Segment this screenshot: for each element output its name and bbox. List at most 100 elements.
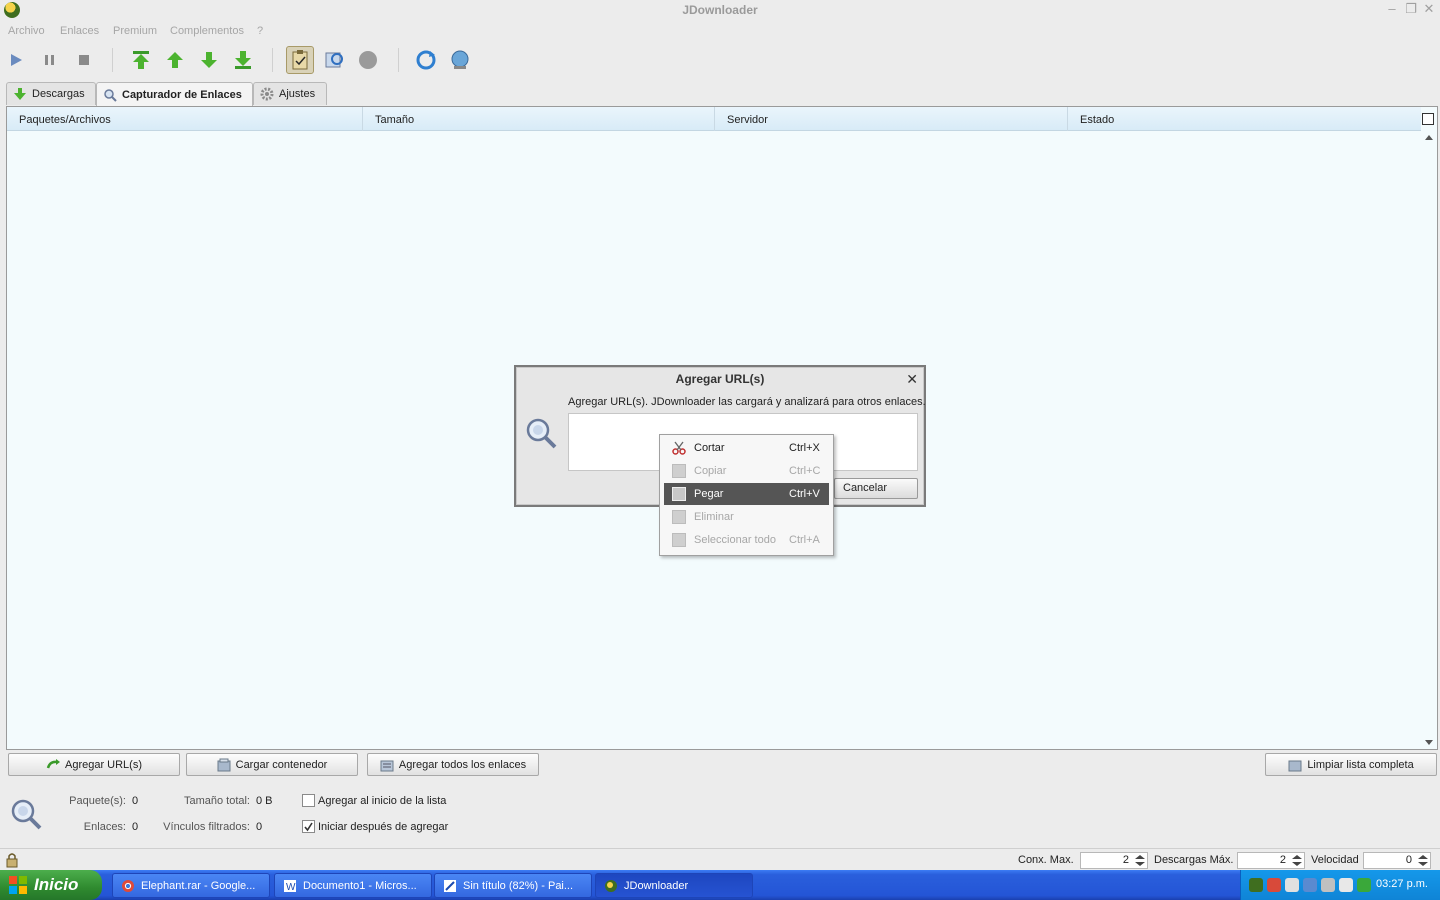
delete-icon xyxy=(672,510,686,524)
menu-premium[interactable]: Premium xyxy=(113,25,157,37)
menu-help[interactable]: ? xyxy=(257,25,263,37)
premium-button[interactable] xyxy=(354,46,382,74)
magnifier-icon xyxy=(104,88,117,102)
tab-ajustes[interactable]: Ajustes xyxy=(253,82,327,105)
add-urls-button[interactable]: Agregar URL(s) xyxy=(8,753,180,776)
spinner-arrows-icon xyxy=(1292,855,1302,866)
cancel-button[interactable]: Cancelar xyxy=(834,478,918,499)
move-top-button[interactable] xyxy=(127,46,155,74)
play-icon xyxy=(11,54,22,66)
start-button[interactable]: Inicio xyxy=(0,870,102,900)
clipboard-monitor-button[interactable] xyxy=(286,46,314,74)
close-button[interactable]: ✕ xyxy=(1421,2,1437,18)
container-icon xyxy=(217,758,231,771)
scissors-icon xyxy=(672,441,686,455)
connection-tray-icon[interactable] xyxy=(1339,878,1353,892)
column-header-tamano[interactable]: Tamaño xyxy=(363,107,715,131)
clear-list-icon xyxy=(1288,760,1302,771)
magnifier-icon xyxy=(524,417,558,454)
refresh-icon xyxy=(416,50,436,70)
add-link-icon xyxy=(46,758,60,768)
tab-capturador-de-enlaces[interactable]: Capturador de Enlaces xyxy=(96,82,253,106)
column-header-estado[interactable]: Estado xyxy=(1068,107,1421,131)
taskbar-clock[interactable]: 03:27 p.m. xyxy=(1376,878,1428,890)
play-button[interactable] xyxy=(2,46,30,74)
stop-icon xyxy=(79,55,89,65)
move-bottom-button[interactable] xyxy=(229,46,257,74)
menu-enlaces[interactable]: Enlaces xyxy=(60,25,99,37)
clear-list-button[interactable]: Limpiar lista completa xyxy=(1265,753,1437,776)
max-downloads-spinner[interactable]: 2 xyxy=(1237,852,1305,869)
filtered-links-value: 0 xyxy=(256,821,263,833)
context-menu: Cortar Ctrl+X Copiar Ctrl+C Pegar Ctrl+V… xyxy=(659,434,834,556)
scroll-down-icon[interactable] xyxy=(1425,740,1433,745)
updates-tray-icon[interactable] xyxy=(1321,878,1335,892)
word-icon: W xyxy=(284,879,296,893)
premium-icon xyxy=(359,51,377,69)
move-down-button[interactable] xyxy=(195,46,223,74)
add-to-start-checkbox[interactable] xyxy=(302,794,315,807)
windows-logo-icon xyxy=(9,876,27,894)
load-container-button[interactable]: Cargar contenedor xyxy=(186,753,358,776)
column-chooser-button[interactable] xyxy=(1422,113,1434,125)
status-bar: Conx. Max. 2 Descargas Máx. 2 Velocidad … xyxy=(0,848,1440,870)
context-item-pegar[interactable]: Pegar Ctrl+V xyxy=(664,483,829,505)
stop-button[interactable] xyxy=(70,46,98,74)
menu-archivo[interactable]: Archivo xyxy=(8,25,45,37)
reconnect-button[interactable] xyxy=(320,46,348,74)
world-button[interactable] xyxy=(446,46,474,74)
context-item-seleccionar-todo[interactable]: Seleccionar todo Ctrl+A xyxy=(664,529,829,551)
move-bottom-icon xyxy=(235,51,251,69)
start-after-add-checkbox[interactable] xyxy=(302,820,315,833)
dialog-description: Agregar URL(s). JDownloader las cargará … xyxy=(568,396,926,408)
column-header-paquetes[interactable]: Paquetes/Archivos xyxy=(7,107,363,131)
start-after-add-label: Iniciar después de agregar xyxy=(318,821,449,833)
packages-value: 0 xyxy=(132,795,139,807)
paste-icon xyxy=(672,487,686,501)
scroll-up-icon[interactable] xyxy=(1425,135,1433,140)
taskbar-item-word[interactable]: W Documento1 - Micros... xyxy=(274,873,432,898)
max-downloads-label: Descargas Máx. xyxy=(1154,854,1234,866)
tab-descargas[interactable]: Descargas xyxy=(6,82,96,105)
minimize-button[interactable]: – xyxy=(1384,2,1400,18)
svg-text:W: W xyxy=(286,882,296,893)
pause-button[interactable] xyxy=(36,46,64,74)
magnifier-icon xyxy=(10,798,44,835)
move-top-icon xyxy=(133,51,149,69)
max-conn-spinner[interactable]: 2 xyxy=(1080,852,1148,869)
paint-icon xyxy=(444,879,456,892)
network-tray-icon[interactable] xyxy=(1267,878,1281,892)
taskbar-item-chrome[interactable]: Elephant.rar - Google... xyxy=(112,873,270,898)
copy-icon xyxy=(672,464,686,478)
taskbar-item-paint[interactable]: Sin título (82%) - Pai... xyxy=(434,873,592,898)
lock-icon xyxy=(6,853,18,868)
links-label: Enlaces: xyxy=(83,821,126,833)
context-item-cortar[interactable]: Cortar Ctrl+X xyxy=(664,437,829,459)
bluetooth-tray-icon[interactable] xyxy=(1303,878,1317,892)
add-all-links-button[interactable]: Agregar todos los enlaces xyxy=(367,753,539,776)
clipboard-icon xyxy=(292,50,308,70)
window-title: JDownloader xyxy=(682,3,758,17)
speed-label: Velocidad xyxy=(1311,854,1359,866)
menu-complementos[interactable]: Complementos xyxy=(170,25,244,37)
context-item-eliminar[interactable]: Eliminar xyxy=(664,506,829,528)
add-to-start-label: Agregar al inicio de la lista xyxy=(318,795,447,807)
filtered-links-label: Vínculos filtrados: xyxy=(163,821,250,833)
move-up-button[interactable] xyxy=(161,46,189,74)
volume-tray-icon[interactable] xyxy=(1285,878,1299,892)
checkmark-icon xyxy=(304,822,313,832)
context-item-copiar[interactable]: Copiar Ctrl+C xyxy=(664,460,829,482)
vertical-scrollbar[interactable] xyxy=(1421,131,1437,749)
jdownloader-tray-icon[interactable] xyxy=(1249,878,1263,892)
maximize-button[interactable]: ❐ xyxy=(1403,2,1419,18)
move-down-icon xyxy=(201,52,217,68)
speed-spinner[interactable]: 0 xyxy=(1363,852,1431,869)
taskbar-item-jdownloader[interactable]: JDownloader xyxy=(595,873,753,898)
title-bar: JDownloader – ❐ ✕ xyxy=(0,0,1440,20)
update-button[interactable] xyxy=(412,46,440,74)
column-header-servidor[interactable]: Servidor xyxy=(715,107,1068,131)
security-tray-icon[interactable] xyxy=(1357,878,1371,892)
spinner-arrows-icon xyxy=(1135,855,1145,866)
total-size-value: 0 B xyxy=(256,795,273,807)
dialog-close-icon[interactable]: ✕ xyxy=(906,371,918,388)
